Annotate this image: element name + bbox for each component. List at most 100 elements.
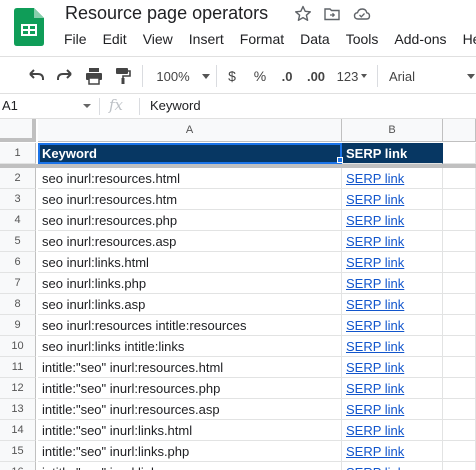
serp-link[interactable]: SERP link — [346, 297, 404, 312]
percent-format-button[interactable]: % — [252, 66, 268, 86]
star-icon[interactable] — [294, 5, 312, 23]
row-header[interactable]: 10 — [0, 336, 36, 357]
row-header[interactable]: 8 — [0, 294, 36, 315]
serp-link-cell[interactable]: SERP link — [342, 420, 443, 441]
redo-icon[interactable] — [55, 66, 75, 86]
serp-link[interactable]: SERP link — [346, 192, 404, 207]
serp-link[interactable]: SERP link — [346, 213, 404, 228]
serp-link[interactable]: SERP link — [346, 318, 404, 333]
cloud-status-icon[interactable] — [353, 5, 371, 23]
serp-link-cell[interactable]: SERP link — [342, 252, 443, 273]
empty-cell[interactable] — [443, 143, 476, 164]
menu-insert[interactable]: Insert — [181, 31, 232, 51]
serp-link-cell[interactable]: SERP link — [342, 231, 443, 252]
menu-format[interactable]: Format — [232, 31, 292, 51]
increase-decimal-button[interactable]: .00 — [304, 66, 328, 86]
serp-link-cell[interactable]: SERP link — [342, 378, 443, 399]
serp-link-cell[interactable]: SERP link — [342, 441, 443, 462]
menu-data[interactable]: Data — [292, 31, 338, 51]
column-header-a[interactable]: A — [38, 119, 342, 142]
empty-cell[interactable] — [443, 378, 476, 399]
empty-cell[interactable] — [443, 210, 476, 231]
row-header[interactable]: 9 — [0, 315, 36, 336]
empty-cell[interactable] — [443, 441, 476, 462]
serp-link-cell[interactable]: SERP link — [342, 336, 443, 357]
serp-link[interactable]: SERP link — [346, 381, 404, 396]
empty-cell[interactable] — [443, 315, 476, 336]
print-icon[interactable] — [84, 66, 104, 86]
keyword-cell[interactable]: intitle:"seo" inurl:links.php — [38, 441, 342, 462]
column-header-b[interactable]: B — [342, 119, 443, 142]
empty-cell[interactable] — [443, 420, 476, 441]
empty-cell[interactable] — [443, 462, 476, 470]
menu-add-ons[interactable]: Add-ons — [386, 31, 454, 51]
serp-link[interactable]: SERP link — [346, 255, 404, 270]
document-title[interactable]: Resource page operators — [65, 3, 268, 24]
keyword-cell[interactable]: seo inurl:links.asp — [38, 294, 342, 315]
serp-link[interactable]: SERP link — [346, 423, 404, 438]
chevron-down-icon[interactable] — [83, 104, 91, 108]
row-header[interactable]: 4 — [0, 210, 36, 231]
serp-link[interactable]: SERP link — [346, 234, 404, 249]
serp-link-cell[interactable]: SERP link — [342, 294, 443, 315]
empty-cell[interactable] — [443, 294, 476, 315]
serp-link[interactable]: SERP link — [346, 276, 404, 291]
serp-link-cell[interactable]: SERP link — [342, 189, 443, 210]
keyword-cell[interactable]: seo inurl:resources.php — [38, 210, 342, 231]
serp-link[interactable]: SERP link — [346, 339, 404, 354]
menu-view[interactable]: View — [135, 31, 181, 51]
keyword-cell[interactable]: seo inurl:resources intitle:resources — [38, 315, 342, 336]
keyword-cell[interactable]: intitle:"seo" inurl:resources.asp — [38, 399, 342, 420]
serp-link[interactable]: SERP link — [346, 171, 404, 186]
more-formats-button[interactable]: 123 — [333, 66, 371, 86]
serp-link-cell[interactable]: SERP link — [342, 315, 443, 336]
keyword-cell[interactable]: seo inurl:resources.htm — [38, 189, 342, 210]
formula-input[interactable]: Keyword — [150, 98, 201, 113]
sheets-logo-icon[interactable] — [14, 8, 44, 46]
serp-link-cell[interactable]: SERP link — [342, 273, 443, 294]
serp-link-cell[interactable]: SERP link — [342, 210, 443, 231]
empty-cell[interactable] — [443, 336, 476, 357]
selection-fill-handle[interactable] — [337, 157, 343, 163]
header-cell-keyword[interactable]: Keyword — [38, 143, 342, 164]
serp-link[interactable]: SERP link — [346, 444, 404, 459]
keyword-cell[interactable]: seo inurl:resources.html — [38, 168, 342, 189]
serp-link-cell[interactable]: SERP link — [342, 399, 443, 420]
menu-edit[interactable]: Edit — [95, 31, 135, 51]
row-header[interactable]: 5 — [0, 231, 36, 252]
empty-cell[interactable] — [443, 357, 476, 378]
header-cell-serp-link[interactable]: SERP link — [342, 143, 443, 164]
keyword-cell[interactable]: seo inurl:links.html — [38, 252, 342, 273]
row-header[interactable]: 2 — [0, 168, 36, 189]
paint-format-icon[interactable] — [113, 66, 133, 86]
empty-cell[interactable] — [443, 399, 476, 420]
empty-cell[interactable] — [443, 252, 476, 273]
keyword-cell[interactable]: intitle:"seo" inurl:resources.php — [38, 378, 342, 399]
name-box[interactable]: A1 — [0, 94, 96, 118]
empty-cell[interactable] — [443, 231, 476, 252]
keyword-cell[interactable]: intitle:"seo" inurl:resources.html — [38, 357, 342, 378]
keyword-cell[interactable]: seo inurl:links.php — [38, 273, 342, 294]
serp-link[interactable]: SERP link — [346, 360, 404, 375]
undo-icon[interactable] — [26, 66, 46, 86]
zoom-select[interactable]: 100% — [153, 66, 213, 86]
keyword-cell[interactable]: intitle:"seo" inurl:links.html — [38, 420, 342, 441]
empty-cell[interactable] — [443, 168, 476, 189]
empty-cell[interactable] — [443, 189, 476, 210]
serp-link[interactable]: SERP link — [346, 402, 404, 417]
row-header[interactable]: 14 — [0, 420, 36, 441]
serp-link-cell[interactable]: SERP link — [342, 357, 443, 378]
serp-link-cell[interactable]: SERP link — [342, 168, 443, 189]
row-header[interactable]: 1 — [0, 143, 36, 164]
row-header[interactable]: 3 — [0, 189, 36, 210]
row-header[interactable]: 6 — [0, 252, 36, 273]
menu-file[interactable]: File — [64, 31, 95, 51]
row-header[interactable]: 13 — [0, 399, 36, 420]
keyword-cell[interactable]: seo inurl:resources.asp — [38, 231, 342, 252]
font-family-select[interactable]: Arial — [389, 66, 476, 86]
row-header[interactable]: 7 — [0, 273, 36, 294]
menu-help[interactable]: Hel — [455, 31, 476, 51]
move-to-folder-icon[interactable] — [323, 5, 341, 23]
keyword-cell[interactable]: intitle:"seo" inurl:links.asp — [38, 462, 342, 470]
column-header-c[interactable] — [443, 119, 476, 142]
